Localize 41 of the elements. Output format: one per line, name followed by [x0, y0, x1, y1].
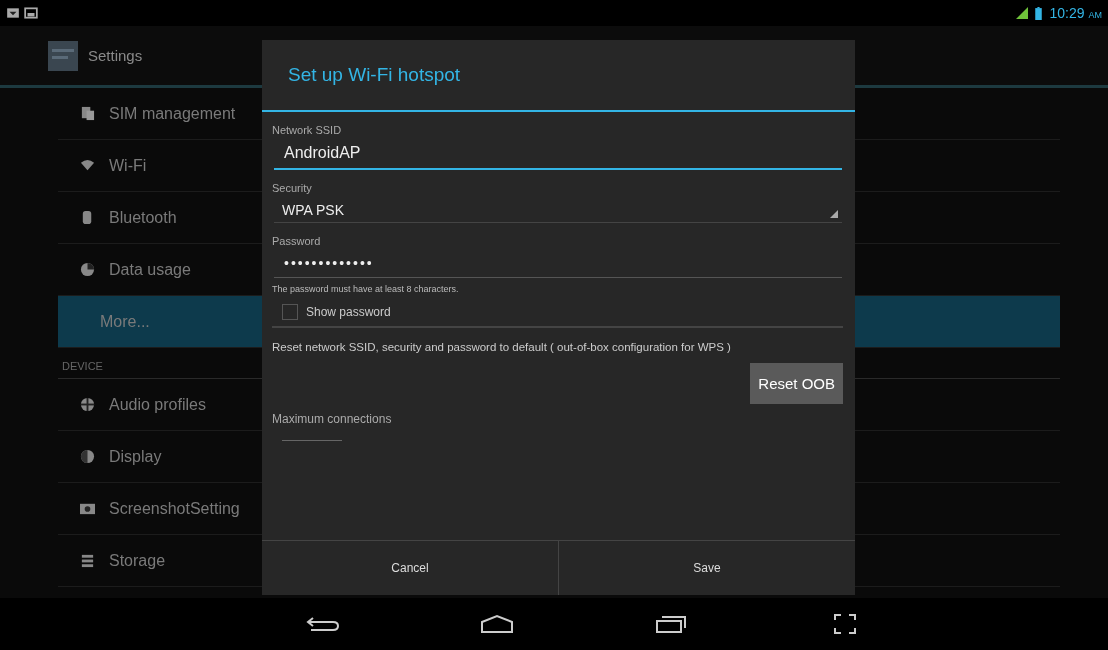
- wifi-icon: [80, 158, 95, 173]
- sim-card-icon: [80, 106, 95, 121]
- brightness-icon: [80, 449, 95, 464]
- back-icon[interactable]: [305, 614, 341, 634]
- field-label: Security: [272, 182, 313, 194]
- field-label: Network SSID: [272, 124, 343, 136]
- settings-item-label: Bluetooth: [109, 208, 177, 227]
- password-input-field[interactable]: •••••••••••••: [274, 247, 842, 278]
- recent-apps-icon[interactable]: [653, 614, 689, 634]
- settings-item-label: More...: [99, 312, 150, 331]
- settings-app-icon[interactable]: [48, 40, 78, 71]
- camera-icon: [80, 501, 95, 516]
- pie-chart-icon: [80, 262, 95, 277]
- cancel-button[interactable]: Cancel: [262, 541, 558, 595]
- signal-icon: [1016, 7, 1029, 19]
- settings-item-label: Audio profiles: [109, 395, 206, 414]
- picture-icon: [24, 6, 38, 20]
- reset-oob-button[interactable]: Reset OOB: [750, 362, 843, 404]
- screen-title: Settings: [88, 47, 143, 64]
- home-icon[interactable]: [479, 614, 515, 634]
- save-button[interactable]: Save: [558, 541, 855, 595]
- clock-ampm: AM: [1088, 10, 1102, 20]
- settings-item-label: SIM management: [109, 104, 236, 123]
- settings-item-label: ScreenshotSetting: [109, 499, 240, 518]
- ssid-input-field[interactable]: AndroidAP: [274, 136, 842, 170]
- field-label: Password: [272, 235, 322, 247]
- field-label: Maximum connections: [272, 411, 393, 426]
- dialog-title: Set up Wi-Fi hotspot: [262, 40, 855, 112]
- checkbox-label: Show password: [306, 305, 391, 319]
- storage-icon: [80, 553, 95, 568]
- clock-time: 10:29: [1049, 5, 1085, 21]
- settings-item-label: Data usage: [109, 260, 191, 279]
- notification-icon: [6, 6, 20, 20]
- dropdown-corner-icon: [830, 210, 838, 218]
- password-hint: The password must have at least 8 characters.: [272, 284, 460, 294]
- show-password-checkbox[interactable]: [282, 304, 298, 320]
- settings-item-label: Storage: [109, 551, 166, 570]
- settings-item-label: Display: [109, 447, 162, 466]
- battery-icon: [1035, 6, 1043, 20]
- settings-item-label: Wi-Fi: [109, 156, 147, 175]
- security-dropdown[interactable]: WPA PSK: [274, 194, 842, 223]
